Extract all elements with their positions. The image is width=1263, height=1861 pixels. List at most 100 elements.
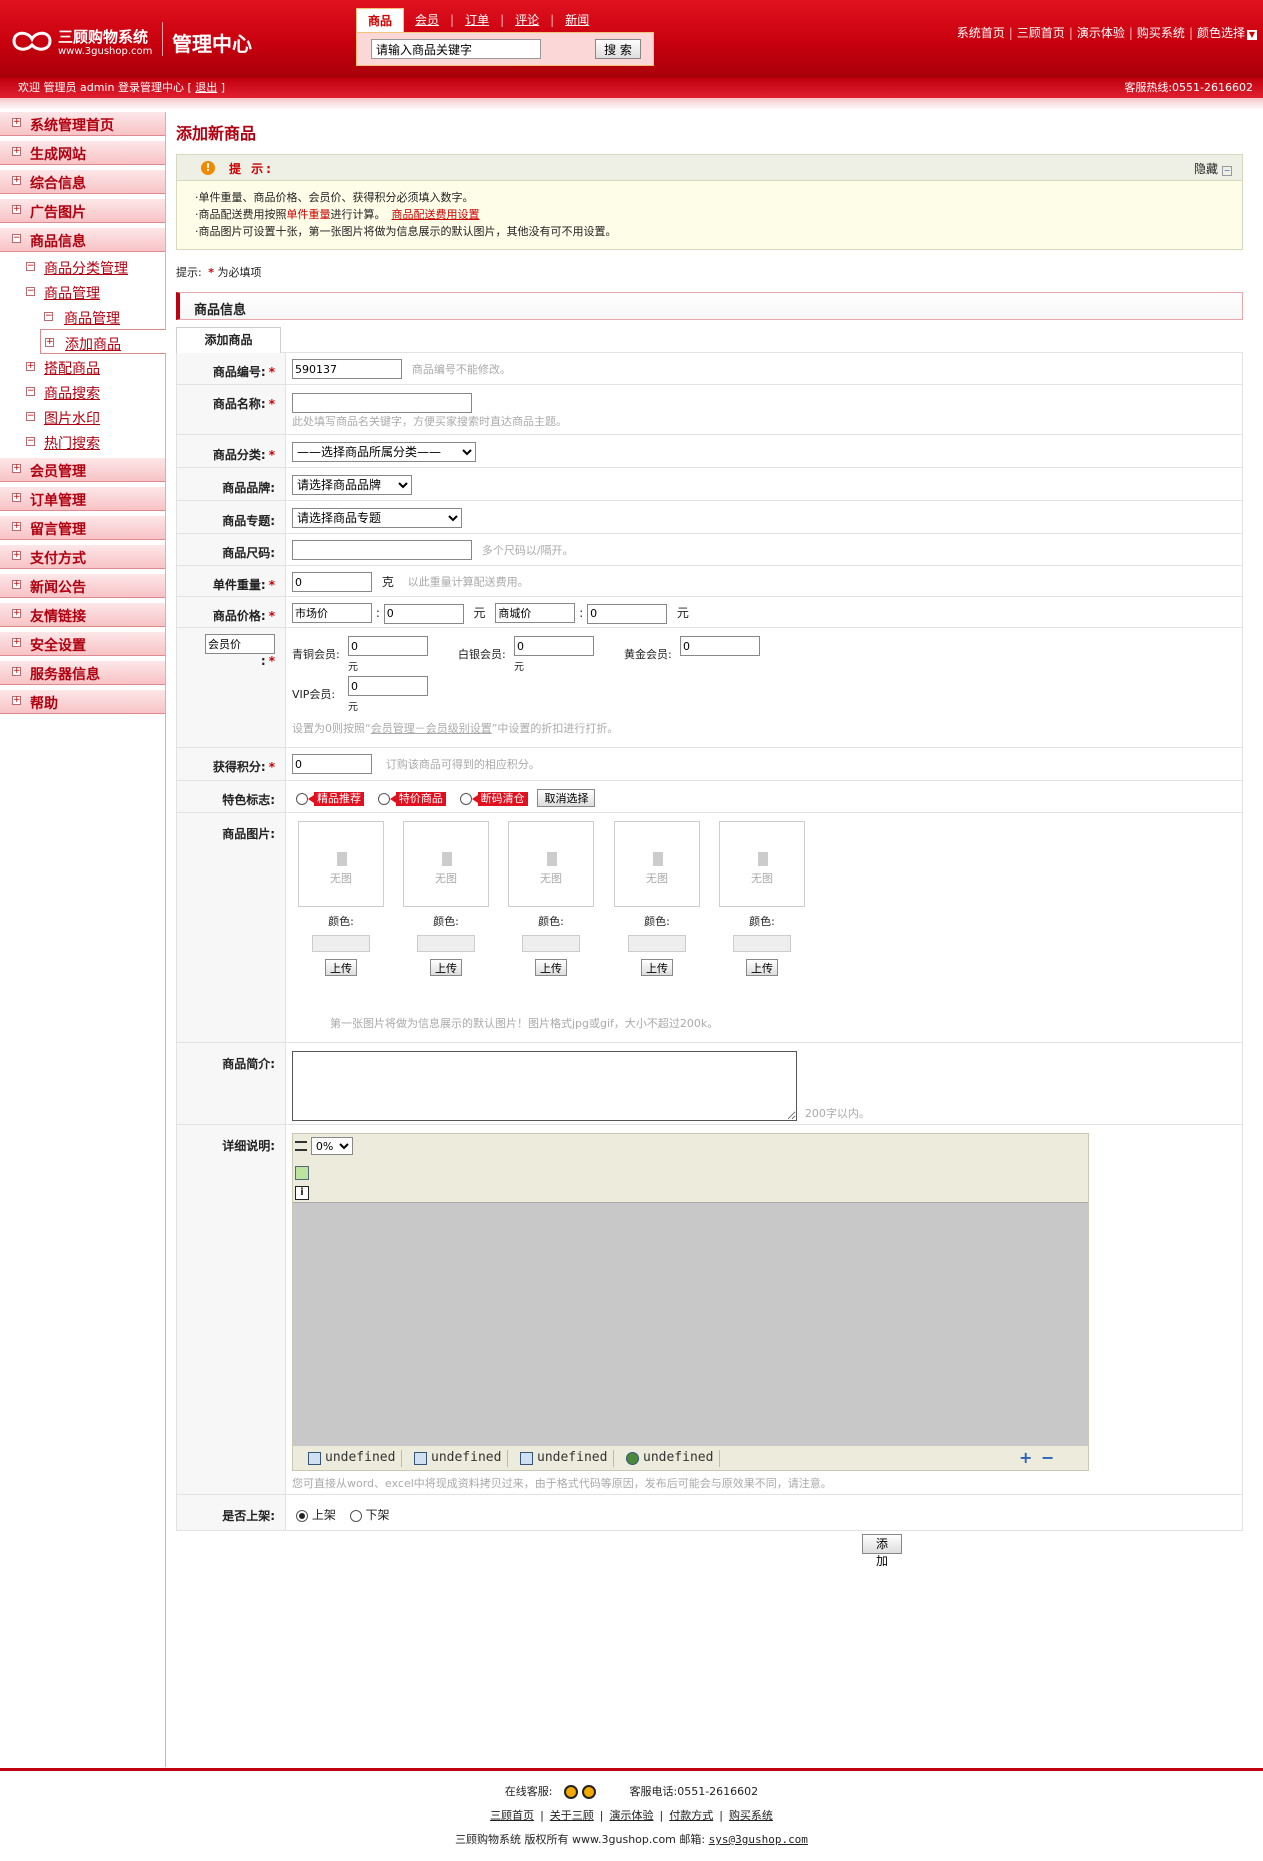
top-link-3gu-home[interactable]: 三顾首页: [1017, 26, 1065, 40]
member-level-settings-link[interactable]: 会员管理－会员级别设置: [371, 722, 492, 735]
zoom-select[interactable]: 0%: [310, 1137, 353, 1155]
feature-radio-special[interactable]: [377, 792, 390, 805]
member-price-label-input[interactable]: [205, 634, 275, 654]
sidebar-item-members[interactable]: + 会员管理: [0, 458, 165, 482]
footer-link-home[interactable]: 三顾首页: [490, 1809, 534, 1822]
image-color-input[interactable]: [312, 935, 370, 952]
market-price-label-input[interactable]: [292, 603, 372, 623]
points-input[interactable]: [292, 754, 372, 774]
editor-mode-preview[interactable]: undefined: [623, 1450, 721, 1467]
upload-button[interactable]: 上传: [430, 959, 462, 976]
footer-link-buy[interactable]: 购买系统: [729, 1809, 773, 1822]
insert-image-icon[interactable]: [295, 1166, 309, 1180]
sidebar-item-goods-manage[interactable]: − 商品管理: [0, 279, 165, 304]
search-tab-goods[interactable]: 商品: [356, 8, 405, 32]
sidebar-item-watermark[interactable]: − 图片水印: [0, 404, 165, 429]
shop-price-input[interactable]: [587, 603, 668, 624]
onsale-no-radio[interactable]: [349, 1509, 362, 1522]
silver-price-input[interactable]: [514, 636, 594, 656]
feature-radio-recommend[interactable]: [296, 792, 308, 805]
search-tab-news[interactable]: 新闻: [554, 8, 600, 32]
sidebar-item-generate-site[interactable]: + 生成网站: [0, 141, 165, 165]
search-button[interactable]: 搜 索: [595, 39, 641, 59]
intro-textarea[interactable]: [292, 1051, 797, 1121]
shipping-settings-link[interactable]: 商品配送费用设置: [392, 208, 480, 221]
market-price-input[interactable]: [383, 603, 464, 624]
cancel-feature-button[interactable]: 取消选择: [537, 789, 596, 807]
tab-add-goods[interactable]: 添加商品: [176, 327, 281, 353]
vip-price-input[interactable]: [348, 676, 428, 696]
member-level-silver: 白银会员:: [458, 648, 506, 661]
sidebar-item-help[interactable]: + 帮助: [0, 690, 165, 714]
shrink-editor-icon[interactable]: −: [1041, 1448, 1054, 1467]
upload-button[interactable]: 上传: [535, 959, 567, 976]
image-color-input[interactable]: [417, 935, 475, 952]
upload-button[interactable]: 上传: [325, 959, 357, 976]
sidebar-item-goods-info[interactable]: − 商品信息: [0, 228, 165, 252]
footer-email-link[interactable]: sys@3gushop.com: [709, 1833, 808, 1846]
mode-label: undefined: [643, 1450, 714, 1465]
editor-mode-code[interactable]: undefined: [305, 1450, 403, 1467]
sidebar-item-goods-manage-sub[interactable]: − 商品管理: [0, 304, 165, 329]
arrow-down-icon[interactable]: ▼: [1247, 30, 1257, 40]
qq-icon[interactable]: [564, 1785, 579, 1799]
topic-select[interactable]: 请选择商品专题: [292, 508, 462, 528]
sidebar-item-ad-images[interactable]: + 广告图片: [0, 199, 165, 223]
footer-link-demo[interactable]: 演示体验: [610, 1809, 654, 1822]
editor-mode-design[interactable]: undefined: [411, 1450, 509, 1467]
upload-button[interactable]: 上传: [746, 959, 778, 976]
field-label: 获得积分: *: [176, 747, 286, 781]
name-input[interactable]: [292, 393, 472, 413]
search-input[interactable]: [371, 39, 541, 59]
sidebar-item-server-info[interactable]: + 服务器信息: [0, 661, 165, 685]
footer-link-about[interactable]: 关于三顾: [550, 1809, 594, 1822]
logout-link[interactable]: 退出: [195, 81, 217, 94]
welcome-text: 欢迎 管理员 admin 登录管理中心 [ 退出 ]: [18, 78, 225, 98]
top-link-demo[interactable]: 演示体验: [1077, 26, 1125, 40]
sidebar-item-security[interactable]: + 安全设置: [0, 632, 165, 656]
category-select[interactable]: ——选择商品所属分类——: [292, 442, 476, 462]
sidebar-item-add-goods[interactable]: + 添加商品: [40, 329, 166, 354]
qq-icon[interactable]: [582, 1785, 597, 1799]
sidebar-item-orders[interactable]: + 订单管理: [0, 487, 165, 511]
submit-button[interactable]: 添 加: [862, 1534, 902, 1568]
sidebar-item-links[interactable]: + 友情链接: [0, 603, 165, 627]
size-input[interactable]: [292, 540, 472, 560]
image-color-input[interactable]: [522, 935, 580, 952]
editor-content-area[interactable]: [293, 1202, 1088, 1446]
expand-editor-icon[interactable]: +: [1019, 1448, 1032, 1467]
onsale-yes-radio[interactable]: [296, 1509, 308, 1522]
editor-mode-text[interactable]: undefined: [517, 1450, 615, 1467]
top-link-color[interactable]: 颜色选择: [1197, 26, 1245, 40]
sidebar-item-messages[interactable]: + 留言管理: [0, 516, 165, 540]
info-icon[interactable]: i: [295, 1186, 309, 1200]
top-link-buy[interactable]: 购买系统: [1137, 26, 1185, 40]
search-tab-comments[interactable]: 评论: [504, 8, 550, 32]
tip-hide-button[interactable]: 隐藏 −: [1194, 160, 1232, 177]
sidebar-item-news[interactable]: + 新闻公告: [0, 574, 165, 598]
sidebar-item-bundle-goods[interactable]: + 搭配商品: [0, 354, 165, 379]
sidebar-item-payment[interactable]: + 支付方式: [0, 545, 165, 569]
sidebar-item-goods-search[interactable]: − 商品搜索: [0, 379, 165, 404]
collapse-icon: −: [12, 233, 21, 243]
top-link-system-home[interactable]: 系统首页: [957, 26, 1005, 40]
search-tab-members[interactable]: 会员: [404, 8, 450, 32]
gold-price-input[interactable]: [680, 636, 760, 656]
feature-radio-clearance[interactable]: [459, 792, 472, 805]
footer-link-payment[interactable]: 付款方式: [669, 1809, 713, 1822]
code-input[interactable]: [292, 359, 402, 379]
brand-select[interactable]: 请选择商品品牌: [292, 475, 412, 495]
weight-input[interactable]: [292, 572, 372, 592]
sidebar-item-hot-search[interactable]: − 热门搜索: [0, 429, 165, 454]
upload-button[interactable]: 上传: [641, 959, 673, 976]
search-tab-orders[interactable]: 订单: [454, 8, 500, 32]
sidebar-item-system-home[interactable]: + 系统管理首页: [0, 112, 165, 136]
image-color-input[interactable]: [733, 935, 791, 952]
image-color-input[interactable]: [628, 935, 686, 952]
shop-price-label-input[interactable]: [495, 603, 576, 623]
logo[interactable]: 三顾购物系统 www.3gushop.com: [10, 22, 160, 62]
sidebar-item-goods-category[interactable]: − 商品分类管理: [0, 254, 165, 279]
expand-icon: +: [12, 204, 21, 214]
bronze-price-input[interactable]: [348, 636, 428, 656]
sidebar-item-general-info[interactable]: + 综合信息: [0, 170, 165, 194]
